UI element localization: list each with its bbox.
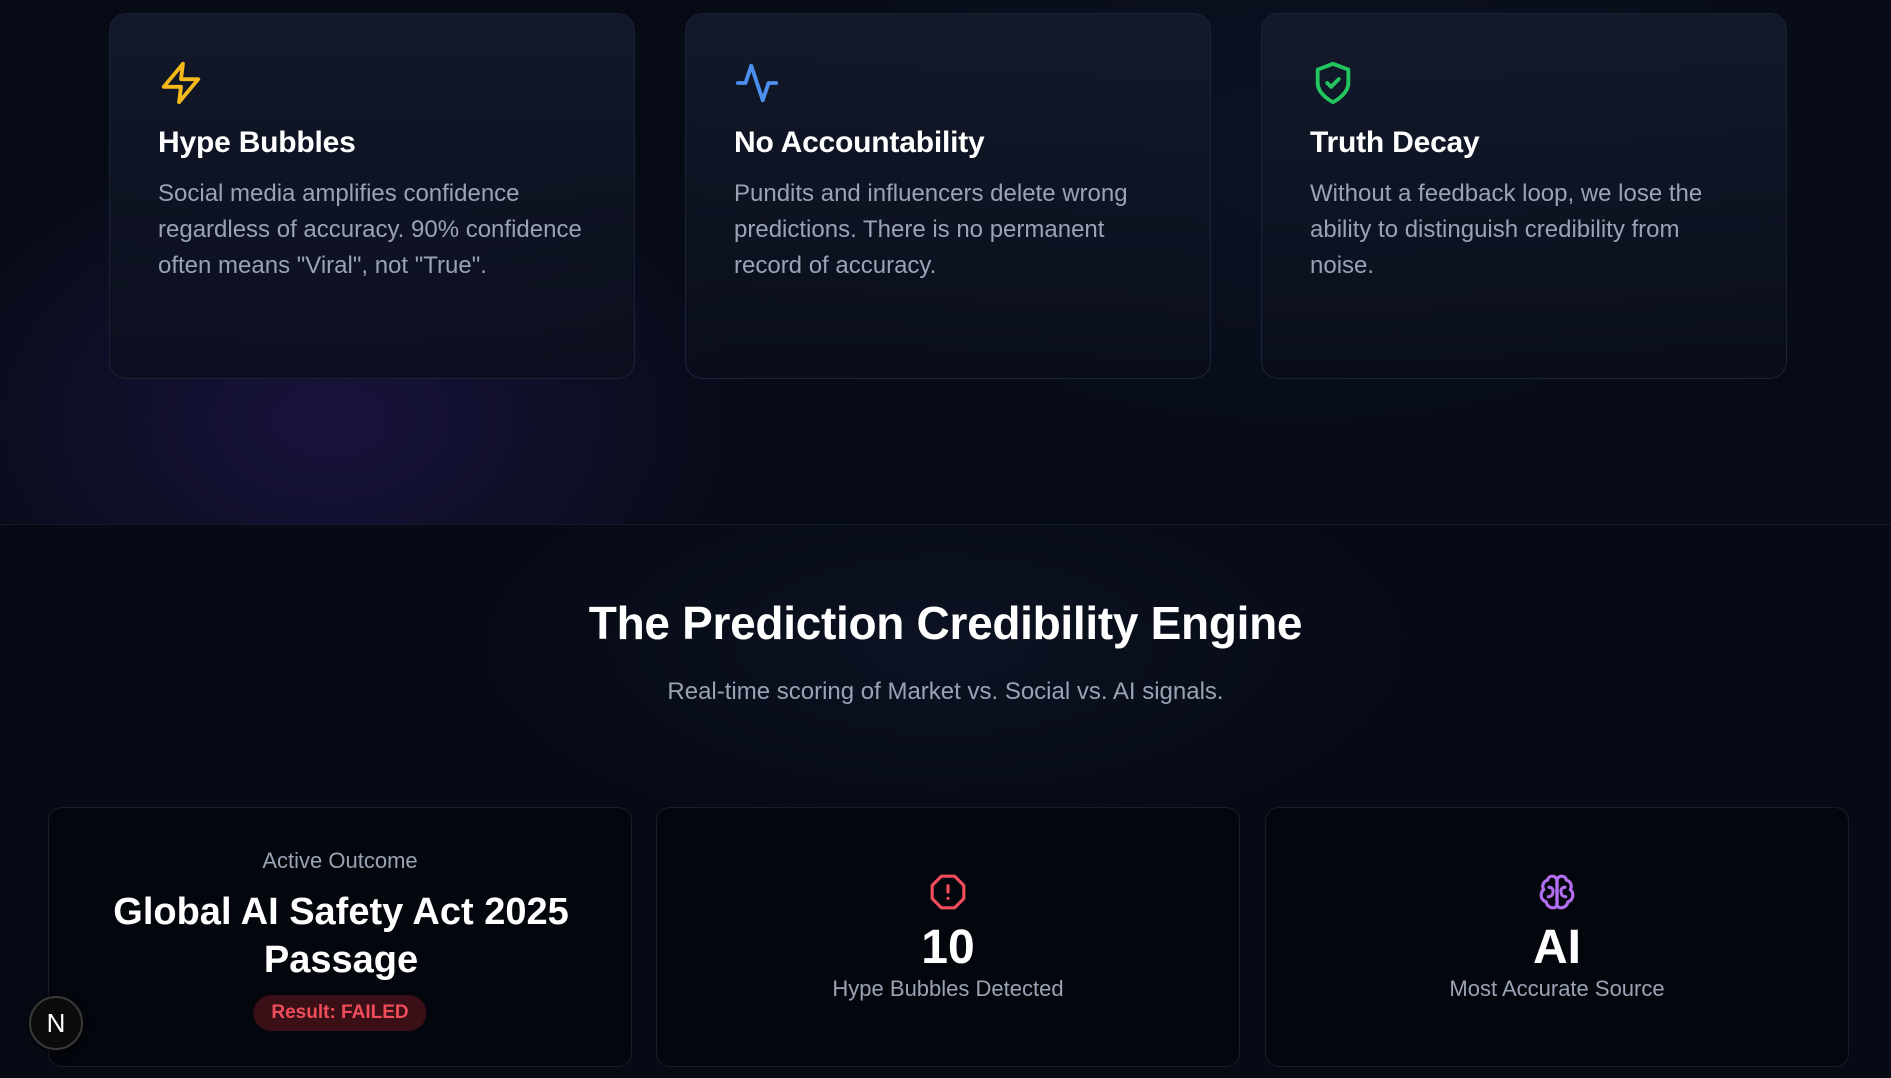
hype-count-value: 10 [921, 921, 975, 974]
stat-card-active-outcome: Active Outcome Global AI Safety Act 2025… [48, 807, 632, 1067]
problem-description: Pundits and influencers delete wrong pre… [734, 180, 1128, 279]
dev-tools-button[interactable]: N [29, 996, 83, 1050]
result-badge: Result: FAILED [253, 995, 427, 1031]
activity-pulse-icon [735, 63, 779, 103]
problem-description: Without a feedback loop, we lose the abi… [1310, 180, 1703, 279]
problem-description: Social media amplifies confidence regard… [158, 180, 582, 279]
problem-card-truth-decay: Truth Decay Without a feedback loop, we … [1261, 13, 1787, 379]
accurate-source-label: Most Accurate Source [1449, 976, 1665, 1001]
accurate-source-value: AI [1533, 921, 1581, 974]
shield-check-icon [1315, 61, 1351, 105]
stat-card-accurate-source: AI Most Accurate Source [1265, 807, 1849, 1067]
problem-card-no-accountability: No Accountability Pundits and influencer… [685, 13, 1211, 379]
page: Hype Bubbles Social media amplifies conf… [0, 0, 1891, 1078]
dev-tools-button-label: N [46, 1007, 66, 1038]
engine-subtitle: Real-time scoring of Market vs. Social v… [667, 678, 1224, 705]
hype-count-label: Hype Bubbles Detected [832, 976, 1064, 1001]
outcome-eyebrow: Active Outcome [262, 848, 418, 873]
brain-icon [1539, 874, 1575, 910]
stat-card-hype-bubbles: 10 Hype Bubbles Detected [656, 807, 1240, 1067]
lightning-icon [161, 61, 201, 105]
problem-title: Hype Bubbles [158, 126, 356, 159]
problem-card-hype-bubbles: Hype Bubbles Social media amplifies conf… [109, 13, 635, 379]
outcome-title: Global AI Safety Act 2025 Passage [113, 891, 569, 981]
alert-octagon-icon [930, 874, 966, 910]
problem-title: No Accountability [734, 126, 985, 159]
problem-title: Truth Decay [1310, 126, 1480, 159]
section-divider [0, 524, 1891, 525]
engine-title: The Prediction Credibility Engine [588, 597, 1303, 649]
